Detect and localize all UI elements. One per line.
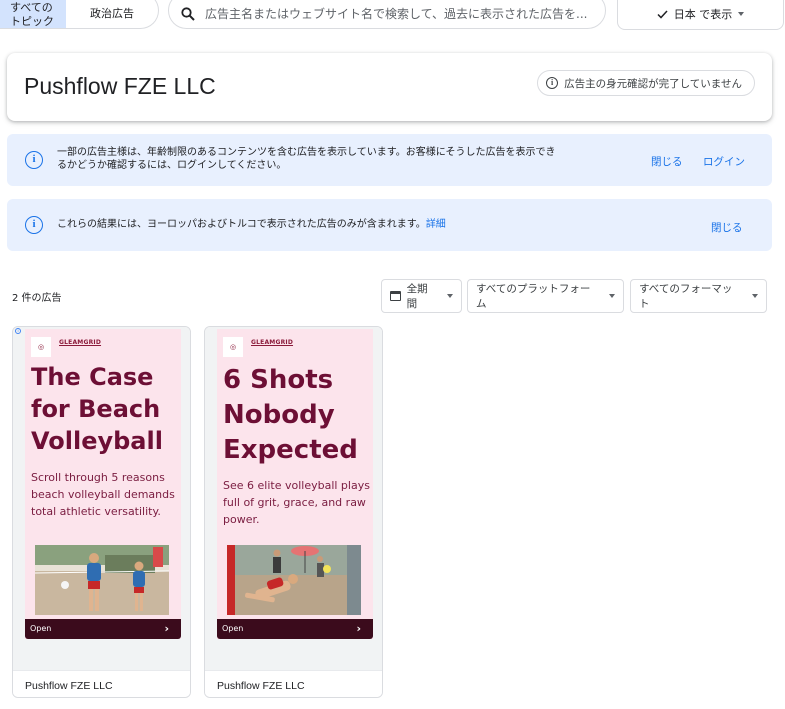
region-notice-message: これらの結果には、ヨーロッパおよびトルコで表示された広告のみが含まれます。 <box>57 219 426 230</box>
chevron-right-icon: › <box>164 622 169 635</box>
brand-logo-icon: ◎ <box>31 337 51 357</box>
ad-card-footer: Pushflow FZE LLC <box>13 670 190 697</box>
brand-name: GLEAMGRID <box>251 339 294 346</box>
age-notice-text: 一部の広告主様は、年齢制限のあるコンテンツを含む広告を表示しています。お客様にそ… <box>57 147 556 171</box>
info-icon: i <box>546 77 559 89</box>
ad-card[interactable]: i ◎ GLEAMGRID The Case for Beach Volleyb… <box>12 326 191 698</box>
ad-body: Scroll through 5 reasons beach volleybal… <box>31 471 175 518</box>
calendar-icon <box>390 291 401 301</box>
platform-filter[interactable]: すべてのプラットフォーム <box>467 279 624 313</box>
ad-creative: ◎ GLEAMGRID The Case for Beach Volleybal… <box>25 329 181 639</box>
ad-cta-label: Open <box>222 624 244 633</box>
close-notice-button[interactable]: 閉じる <box>651 154 683 169</box>
advertiser-name: Pushflow FZE LLC <box>24 73 216 99</box>
chevron-down-icon <box>609 294 615 298</box>
brand-logo-icon: ◎ <box>223 337 243 357</box>
ad-choices-icon[interactable]: i <box>15 328 21 334</box>
age-restriction-notice: i 一部の広告主様は、年齢制限のあるコンテンツを含む広告を表示しています。お客様… <box>7 134 772 186</box>
ad-preview-area: i ◎ GLEAMGRID The Case for Beach Volleyb… <box>13 327 190 670</box>
tab-all-topics[interactable]: すべての トピック <box>0 0 66 28</box>
region-selector-button[interactable]: 日本 で表示 <box>617 0 784 30</box>
search-icon <box>181 6 195 21</box>
ad-cta-label: Open <box>30 624 52 633</box>
close-region-notice-button[interactable]: 閉じる <box>711 220 743 235</box>
tab-political-ads[interactable]: 政治広告 <box>66 0 158 28</box>
ad-photo <box>227 545 361 615</box>
ad-cta-button[interactable]: Open › <box>25 619 181 639</box>
search-input[interactable] <box>205 6 593 21</box>
info-icon: i <box>25 151 43 169</box>
ad-headline: The Case for Beach Volleyball <box>31 363 163 455</box>
format-filter-label: すべてのフォーマット <box>639 283 733 310</box>
ad-advertiser-name: Pushflow FZE LLC <box>217 680 305 692</box>
brand-name: GLEAMGRID <box>59 339 102 346</box>
chevron-down-icon <box>738 12 745 16</box>
results-count: 2 件の広告 <box>12 293 62 304</box>
ad-brand: ◎ GLEAMGRID <box>31 337 101 357</box>
ad-cta-button[interactable]: Open › <box>217 619 373 639</box>
chevron-down-icon <box>447 294 453 298</box>
ad-photo <box>35 545 169 615</box>
verification-status-chip[interactable]: i 広告主の身元確認が完了していません <box>537 70 755 96</box>
chevron-down-icon <box>752 294 758 298</box>
ad-brand: ◎ GLEAMGRID <box>223 337 293 357</box>
info-icon: i <box>25 216 43 234</box>
date-range-filter[interactable]: 全期間 <box>381 279 462 313</box>
region-notice-text: これらの結果には、ヨーロッパおよびトルコで表示された広告のみが含まれます。詳細 <box>57 218 446 231</box>
date-range-label: 全期間 <box>406 283 428 310</box>
ad-creative: ◎ GLEAMGRID 6 Shots Nobody Expected See … <box>217 329 373 639</box>
platform-filter-label: すべてのプラットフォーム <box>476 283 591 310</box>
ad-preview-area: ◎ GLEAMGRID 6 Shots Nobody Expected See … <box>205 327 382 670</box>
search-bar[interactable] <box>168 0 606 29</box>
details-link[interactable]: 詳細 <box>426 219 446 230</box>
ad-headline: 6 Shots Nobody Expected <box>223 365 358 465</box>
advertiser-header-card: Pushflow FZE LLC i 広告主の身元確認が完了していません <box>7 53 772 121</box>
ad-advertiser-name: Pushflow FZE LLC <box>25 680 113 692</box>
verification-status-label: 広告主の身元確認が完了していません <box>564 77 742 90</box>
ad-body: See 6 elite volleyball plays full of gri… <box>223 479 370 526</box>
ad-card-footer: Pushflow FZE LLC <box>205 670 382 697</box>
topic-tabs: すべての トピック 政治広告 <box>0 0 159 29</box>
ad-card[interactable]: ◎ GLEAMGRID 6 Shots Nobody Expected See … <box>204 326 383 698</box>
format-filter[interactable]: すべてのフォーマット <box>630 279 767 313</box>
region-label: 日本 で表示 <box>673 8 733 21</box>
region-notice: i これらの結果には、ヨーロッパおよびトルコで表示された広告のみが含まれます。詳… <box>7 199 772 251</box>
login-button[interactable]: ログイン <box>703 154 745 169</box>
chevron-right-icon: › <box>356 622 361 635</box>
check-icon <box>657 9 668 19</box>
